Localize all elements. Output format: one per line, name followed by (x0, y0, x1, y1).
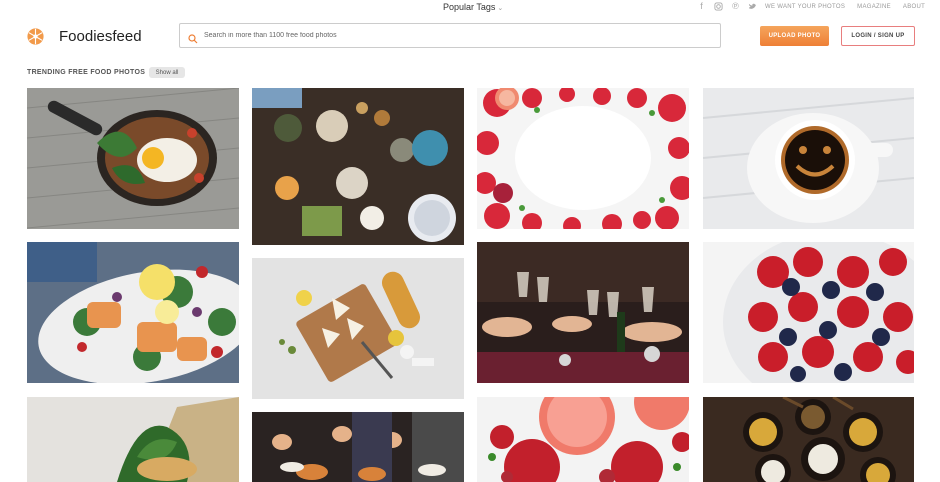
cheese-board-photo[interactable] (252, 258, 464, 399)
egg-skillet-photo[interactable] (27, 88, 239, 229)
chevron-down-icon: ⌄ (497, 5, 504, 12)
popular-tags-label: Popular Tags (443, 2, 496, 12)
search-input[interactable] (204, 32, 684, 39)
section-title: TRENDING FREE FOOD PHOTOS (27, 69, 146, 76)
brand-name[interactable]: Foodiesfeed (59, 28, 142, 45)
top-links: WE WANT YOUR PHOTOS MAGAZINE ABOUT (765, 4, 925, 10)
buffet-people-photo[interactable] (252, 412, 464, 482)
party-table-photo[interactable] (252, 88, 464, 245)
social-links: f ℗ (697, 2, 757, 11)
login-signup-button[interactable]: LOGIN / SIGN UP (841, 26, 915, 46)
wine-toast-photo[interactable] (477, 242, 689, 383)
we-want-photos-link[interactable]: WE WANT YOUR PHOTOS (765, 4, 845, 10)
upload-photo-button[interactable]: UPLOAD PHOTO (760, 26, 829, 46)
twitter-icon[interactable] (748, 2, 757, 11)
popular-tags-menu[interactable]: Popular Tags ⌄ (443, 2, 503, 12)
instagram-icon[interactable] (714, 2, 723, 11)
magazine-link[interactable]: MAGAZINE (857, 4, 891, 10)
about-link[interactable]: ABOUT (903, 4, 925, 10)
salmon-salad-photo[interactable] (27, 242, 239, 383)
pinterest-icon[interactable]: ℗ (731, 2, 740, 11)
berries-bowl-photo[interactable] (703, 242, 914, 383)
facebook-icon[interactable]: f (697, 2, 706, 11)
top-bar: Popular Tags ⌄ f ℗ WE WANT YOUR PHOTOS MA… (0, 0, 940, 16)
search-bar[interactable] (179, 23, 721, 48)
asian-bowls-photo[interactable] (703, 397, 914, 482)
greens-cheese-photo[interactable] (27, 397, 239, 482)
coffee-smile-photo[interactable] (703, 88, 914, 229)
foodiesfeed-logo-icon[interactable] (27, 28, 44, 45)
grapefruit-apples-photo[interactable] (477, 397, 689, 482)
show-all-button[interactable]: Show all (149, 67, 185, 78)
search-icon (188, 31, 198, 43)
strawberry-frame-photo[interactable] (477, 88, 689, 229)
